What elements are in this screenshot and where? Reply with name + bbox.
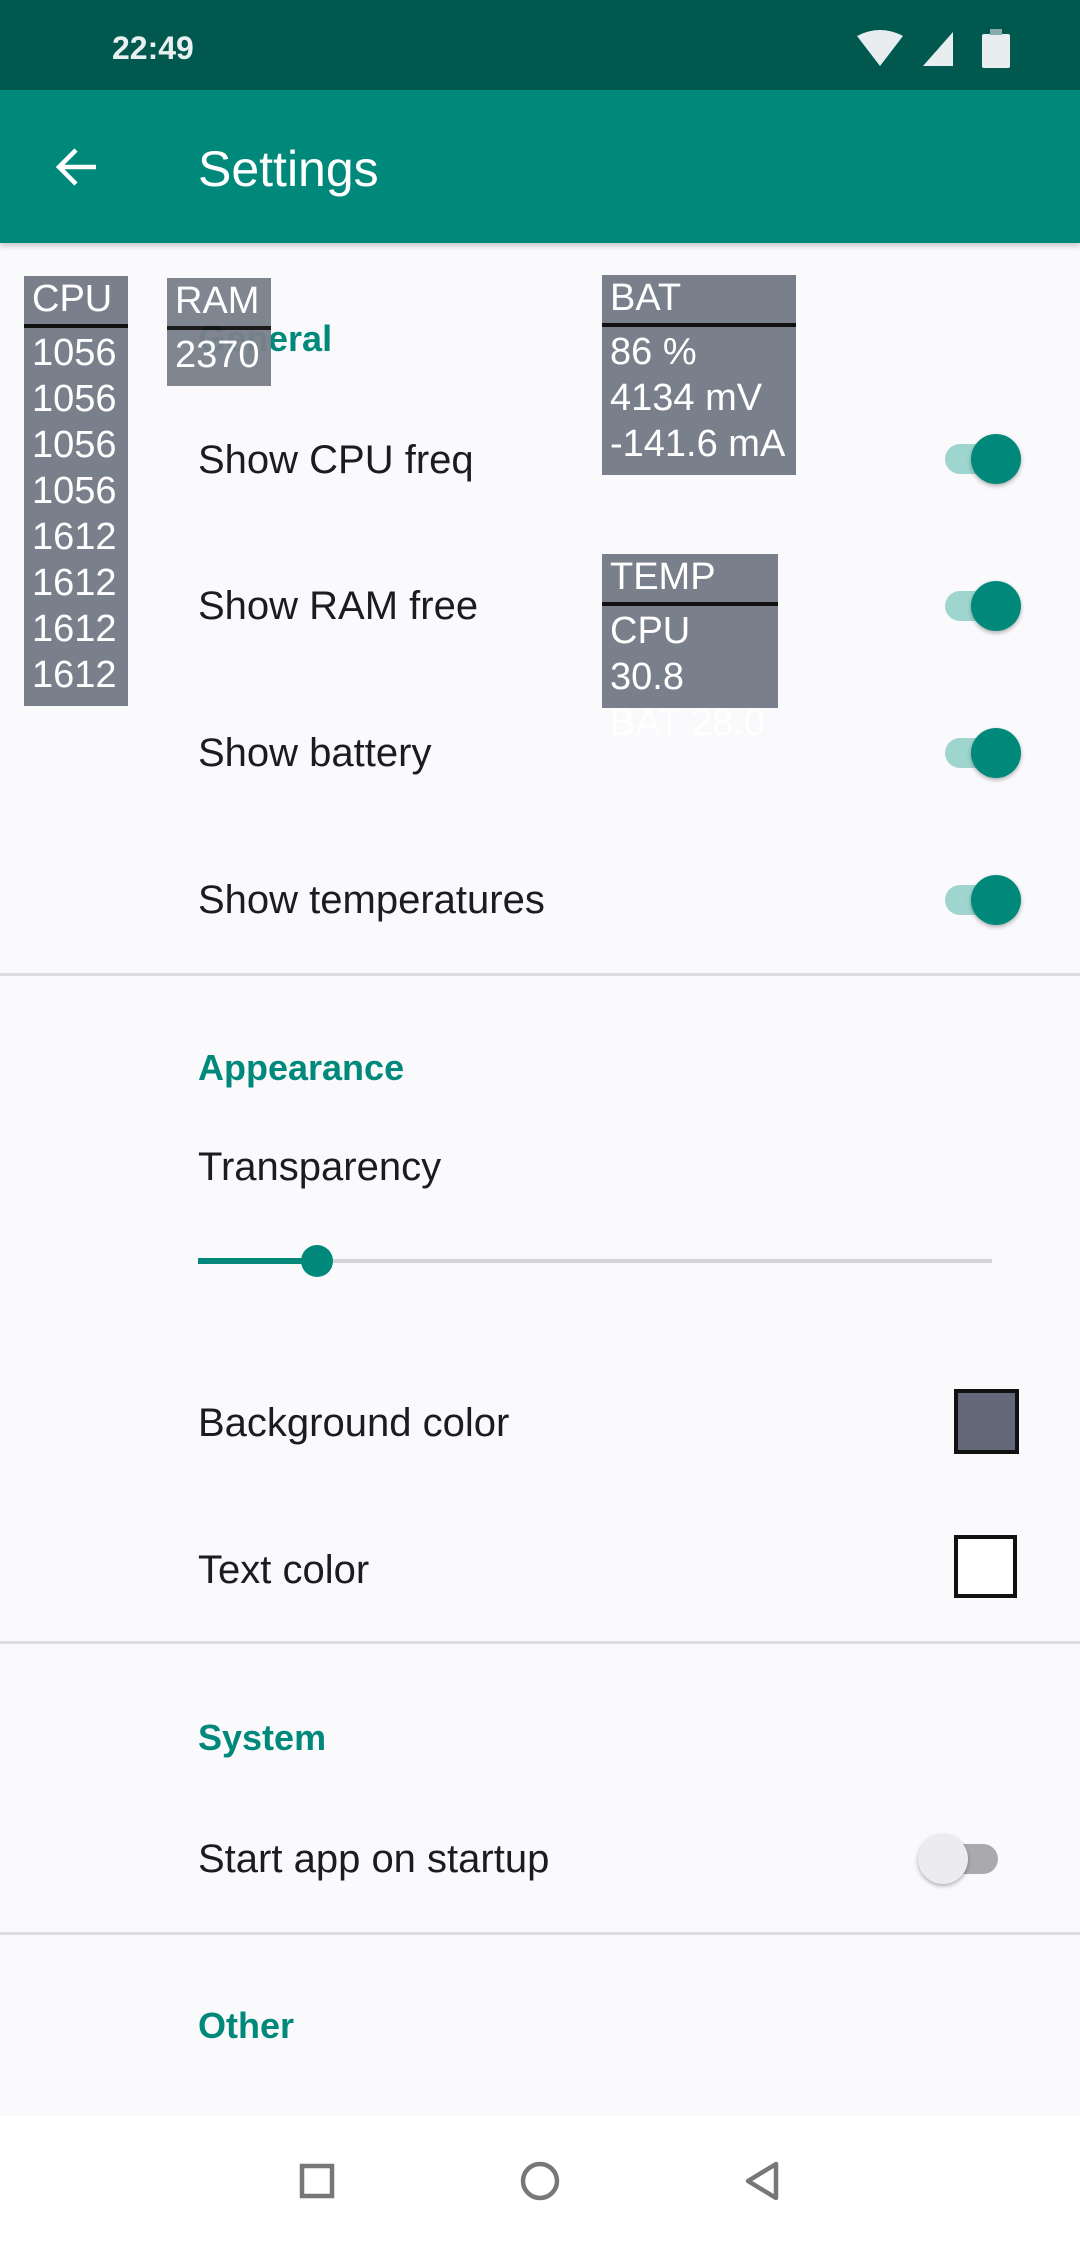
battery-value: 4134 mV [610,377,763,419]
cpu-freq-value: 1612 [32,608,117,650]
recents-button [299,2163,335,2199]
ram-overlay: RAM 2370 [167,278,271,386]
toggle-show-battery[interactable] [937,722,1025,782]
background-color-label[interactable]: Background color [198,1401,509,1446]
cpu-freq-value: 1612 [32,654,117,696]
slider-fill [198,1258,318,1264]
battery-icon [982,34,1010,68]
temp-overlay-title: TEMP [602,554,778,606]
status-bar: 22:49 [0,0,1080,90]
cpu-overlay: CPU 1056 1056 1056 1056 1612 1612 1612 1… [24,276,128,706]
section-header-system: System [198,1717,327,1758]
ram-value: 2370 [175,334,260,376]
temp-value: CPU 30.8 [610,610,691,698]
cpu-freq-value: 1612 [32,562,117,604]
wifi-icon [857,30,903,66]
cpu-freq-value: 1612 [32,516,117,558]
toggle-start-on-startup[interactable] [918,1828,1006,1888]
back-button [745,2161,779,2201]
cpu-overlay-title: CPU [24,276,128,328]
section-header-appearance: Appearance [198,1047,405,1088]
temp-value: BAT 28.0 [610,702,765,744]
back-arrow-icon[interactable] [52,142,102,192]
toggle-show-cpu-freq[interactable] [937,428,1025,488]
divider [0,1641,1080,1644]
cpu-freq-value: 1056 [32,470,117,512]
transparency-label: Transparency [198,1145,442,1189]
text-color-swatch[interactable] [954,1535,1017,1598]
divider [0,1932,1080,1935]
divider [0,973,1080,976]
page-title: Settings [198,141,379,197]
ram-overlay-title: RAM [167,278,271,330]
navigation-bar [0,2116,1080,2246]
cpu-freq-value: 1056 [32,378,117,420]
setting-show-battery-label[interactable]: Show battery [198,731,431,776]
cpu-freq-value: 1056 [32,424,117,466]
setting-show-ram-free-label[interactable]: Show RAM free [198,584,478,629]
setting-show-temperatures-label[interactable]: Show temperatures [198,878,545,923]
status-time: 22:49 [112,30,194,66]
app-bar: Settings [0,90,1080,243]
section-header-other: Other [198,2005,295,2046]
battery-overlay-title: BAT [602,275,796,327]
status-icons [857,29,1010,68]
temp-overlay: TEMP CPU 30.8 BAT 28.0 [602,554,778,744]
setting-show-cpu-freq-label[interactable]: Show CPU freq [198,438,474,483]
background-color-swatch[interactable] [954,1389,1019,1454]
home-button [520,2161,560,2201]
cpu-freq-value: 1056 [32,332,117,374]
toggle-show-temperatures[interactable] [937,869,1025,929]
start-on-startup-label[interactable]: Start app on startup [198,1837,549,1882]
battery-overlay: BAT 86 % 4134 mV -141.6 mA [602,275,796,475]
toggle-show-ram-free[interactable] [937,575,1025,635]
slider-thumb[interactable] [301,1245,334,1277]
battery-value: 86 % [610,331,697,373]
signal-icon [923,32,953,66]
battery-value: -141.6 mA [610,423,786,465]
transparency-slider[interactable] [198,1245,992,1277]
text-color-label[interactable]: Text color [198,1548,369,1593]
